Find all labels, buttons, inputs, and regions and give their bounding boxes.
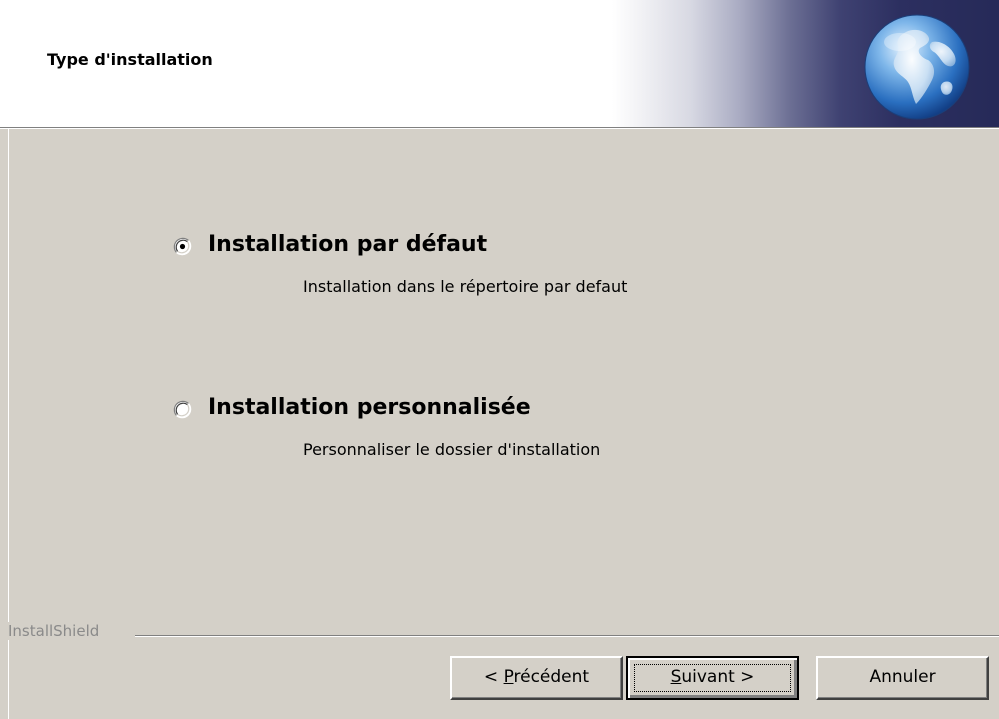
installshield-brand: InstallShield xyxy=(8,622,106,640)
page-title: Type d'installation xyxy=(47,50,213,69)
footer-divider xyxy=(135,635,999,637)
globe-icon xyxy=(864,14,970,120)
cancel-button-label: Annuler xyxy=(869,667,936,687)
option-description: Installation dans le répertoire par defa… xyxy=(303,277,628,296)
option-label[interactable]: Installation par défaut xyxy=(208,232,487,257)
header-separator xyxy=(0,128,999,129)
next-button-label: Suivant > xyxy=(670,667,755,687)
next-button[interactable]: Suivant > xyxy=(626,656,799,700)
back-button[interactable]: < Précédent xyxy=(450,656,623,700)
radio-unchecked-icon[interactable] xyxy=(173,400,192,419)
cancel-button[interactable]: Annuler xyxy=(816,656,989,700)
option-label[interactable]: Installation personnalisée xyxy=(208,395,531,420)
option-description: Personnaliser le dossier d'installation xyxy=(303,440,601,459)
wizard-header: Type d'installation xyxy=(0,0,999,128)
radio-checked-icon[interactable] xyxy=(173,237,192,256)
back-button-label: < Précédent xyxy=(483,667,590,687)
